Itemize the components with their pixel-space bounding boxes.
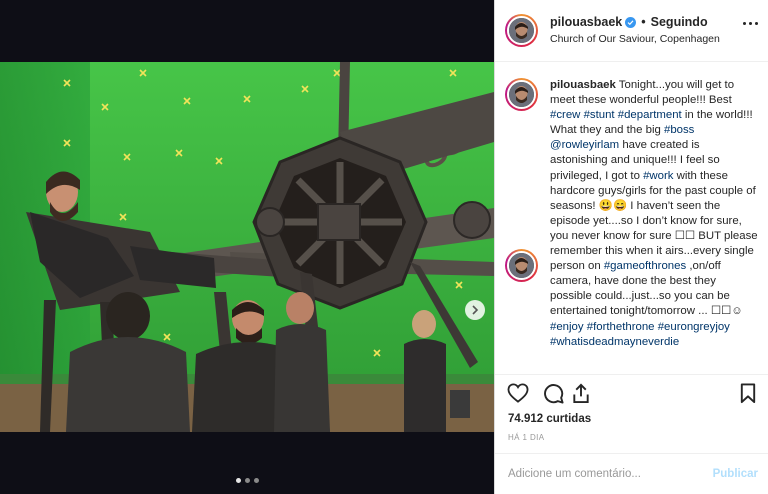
hashtag-link[interactable]: #enjoy	[550, 321, 584, 333]
carousel-dot	[253, 478, 259, 483]
heart-icon[interactable]	[507, 383, 529, 408]
avatar[interactable]	[505, 14, 538, 47]
verified-badge-icon	[625, 16, 637, 28]
comments-area[interactable]: pilouasbaek Tonight...you will get to me…	[495, 62, 768, 374]
comment-input[interactable]: Adicione um comentário...	[508, 468, 641, 480]
hashtag-link[interactable]: #forthethrone	[587, 321, 655, 333]
hashtag-link[interactable]: #boss	[664, 124, 694, 136]
username-link[interactable]: pilouasbaek	[550, 15, 622, 29]
post-header: pilouasbaek • Seguindo Church of Our Sav…	[495, 0, 768, 62]
caption-username[interactable]: pilouasbaek	[550, 79, 616, 91]
post-actions: 74.912 curtidas HÁ 1 DIA Adicione um com…	[495, 374, 768, 494]
post-timestamp[interactable]: HÁ 1 DIA	[508, 433, 545, 442]
wheel-prop	[252, 136, 428, 310]
hashtag-link[interactable]: #whatisdeadmayneverdie	[550, 336, 679, 348]
caption-text-segment: with these hardcore guys/girls for the p…	[550, 169, 758, 273]
carousel-next-button[interactable]	[465, 300, 485, 320]
caption-text: pilouasbaek Tonight...you will get to me…	[550, 78, 760, 350]
action-icons-row	[507, 383, 756, 407]
post-photo	[0, 62, 494, 432]
share-icon[interactable]	[571, 383, 591, 409]
comment-icon[interactable]	[543, 383, 564, 409]
separator-dot: •	[641, 15, 646, 29]
location-link[interactable]: Church of Our Saviour, Copenhagen	[550, 33, 720, 45]
hashtag-link[interactable]: #eurongreyjoy	[658, 321, 730, 333]
hashtag-link[interactable]: #crew	[550, 109, 580, 121]
hashtag-link[interactable]: #department	[618, 109, 682, 121]
post-side-panel: pilouasbaek • Seguindo Church of Our Sav…	[494, 0, 768, 494]
chevron-right-icon	[472, 305, 479, 315]
caption-avatar[interactable]	[505, 78, 538, 111]
carousel-dot	[235, 478, 241, 483]
hashtag-link[interactable]: #work	[643, 170, 673, 182]
likes-count[interactable]: 74.912 curtidas	[508, 413, 591, 425]
hashtag-link[interactable]: #gameofthrones	[604, 260, 686, 272]
reply-avatar[interactable]	[505, 249, 538, 282]
add-comment-bar: Adicione um comentário... Publicar	[495, 453, 768, 494]
following-button[interactable]: Seguindo	[651, 15, 708, 29]
hashtag-link[interactable]: #stunt	[584, 109, 615, 121]
instagram-post-modal: pilouasbaek • Seguindo Church of Our Sav…	[0, 0, 768, 494]
bookmark-icon[interactable]	[740, 383, 756, 409]
carousel-dot	[244, 478, 250, 483]
carousel-indicator	[0, 478, 494, 483]
post-media-panel	[0, 0, 494, 494]
caption-body: Tonight...you will get to meet these won…	[550, 79, 758, 348]
more-options-icon[interactable]	[743, 22, 758, 25]
publish-button[interactable]: Publicar	[713, 468, 758, 480]
hashtag-link[interactable]: @rowleyirlam	[550, 139, 619, 151]
